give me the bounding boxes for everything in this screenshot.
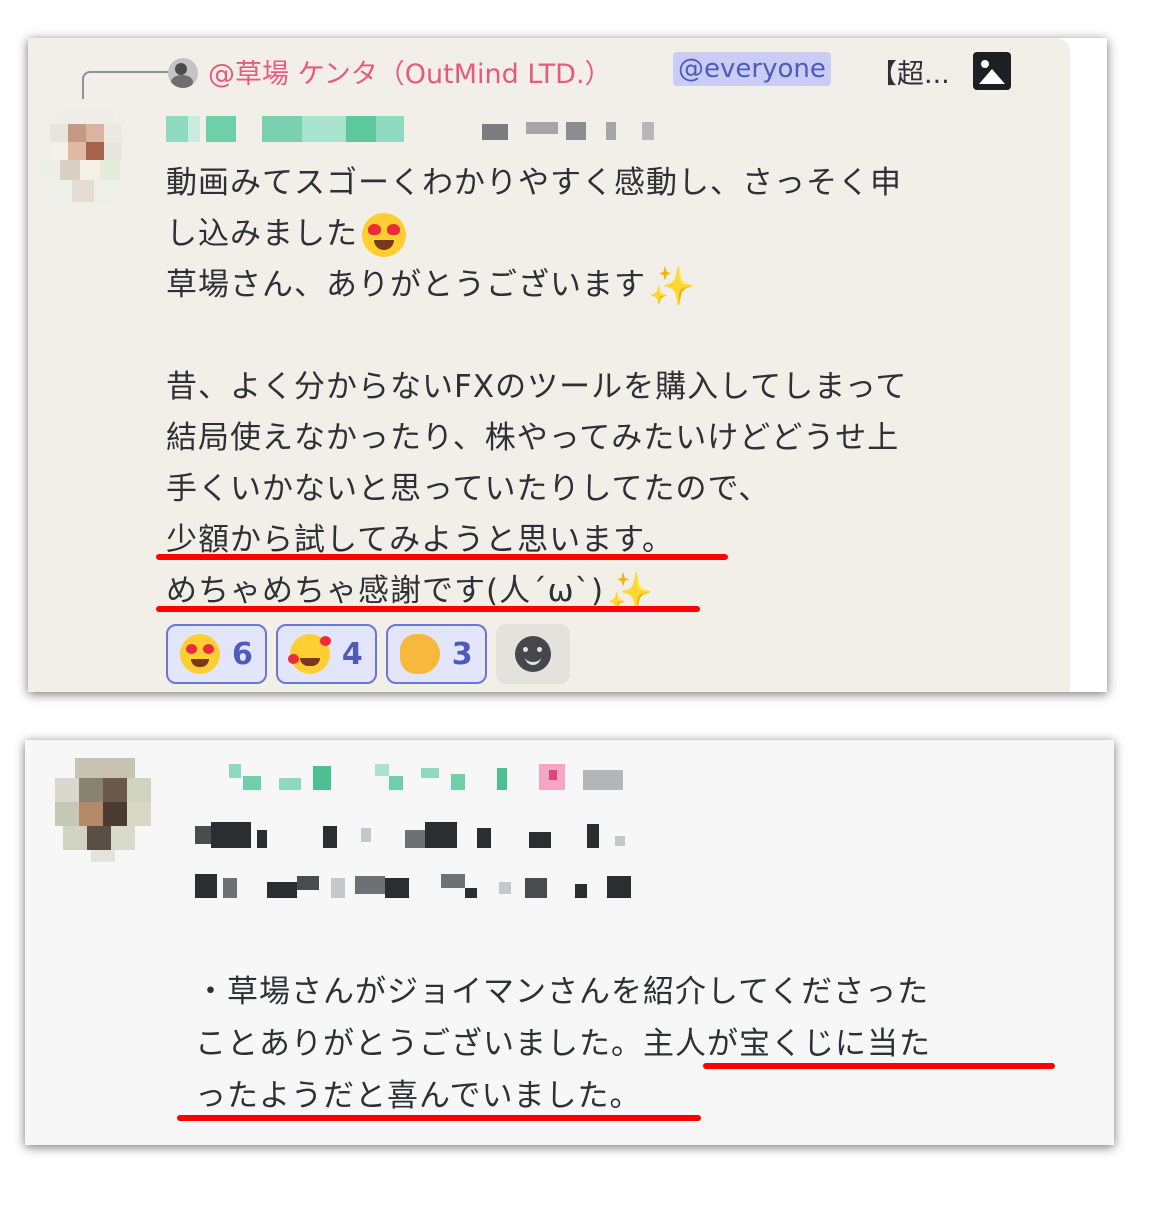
blurred-username: [229, 764, 659, 790]
message-line: 動画みてスゴーくわかりやすく感動し、さっそく申: [166, 165, 902, 201]
message-line: ・草場さんがジョイマンさんを紹介してくださった: [195, 974, 930, 1010]
message-body: 動画みてスゴーくわかりやすく感動し、さっそく申 し込みました 草場さん、ありがと…: [166, 158, 907, 617]
reaction-count: 6: [232, 636, 253, 672]
sparkles-emoji-icon: ✨: [648, 263, 697, 308]
reaction-heart-eyes[interactable]: 6: [166, 624, 267, 684]
message-line: 昔、よく分からないFXのツールを購入してしまって: [166, 369, 908, 405]
message-line: 草場さん、ありがとうございます ✨: [166, 263, 697, 308]
highlight-underline: [703, 1063, 1055, 1069]
reactions-bar: 6 4 3: [166, 624, 570, 684]
message-card-1: @草場 ケンタ（OutMind LTD.） @everyone 【超... 動画…: [28, 38, 1107, 692]
message-card-2: ・草場さんがジョイマンさんを紹介してくださった ことありがとうございました。主人…: [25, 740, 1114, 1145]
heart-eyes-emoji-icon: [362, 212, 406, 257]
reaction-clapping-hands[interactable]: 3: [385, 624, 487, 684]
blurred-text: [195, 872, 675, 898]
reply-connector-line: [82, 71, 168, 99]
blurred-username: [166, 116, 686, 142]
sparkles-emoji-icon: ✨: [606, 569, 655, 614]
highlight-underline: [156, 554, 728, 560]
clapping-hands-emoji-icon: [399, 634, 440, 674]
reply-author-name[interactable]: @草場 ケンタ（OutMind LTD.）: [208, 52, 612, 91]
avatar[interactable]: [55, 758, 155, 862]
highlight-underline: [177, 1115, 701, 1121]
reply-preview-text[interactable]: 【超...: [870, 52, 950, 91]
reply-author-avatar[interactable]: [168, 58, 198, 88]
image-attachment-icon[interactable]: [973, 52, 1011, 90]
blurred-text: [195, 822, 675, 848]
message-body: ・草場さんがジョイマンさんを紹介してくださった ことありがとうございました。主人…: [195, 966, 931, 1122]
highlight-underline: [156, 606, 700, 612]
heart-eyes-emoji-icon: [180, 634, 220, 674]
reaction-count: 3: [451, 636, 473, 672]
everyone-mention[interactable]: @everyone: [673, 52, 831, 86]
message-line: し込みました: [166, 209, 907, 260]
reaction-count: 4: [341, 636, 363, 672]
reaction-smiling-face-with-hearts[interactable]: 4: [275, 624, 377, 684]
message-line: 手くいかないと思っていたりしてたので、: [166, 471, 771, 507]
smiley-icon: [514, 636, 551, 672]
avatar[interactable]: [40, 110, 132, 206]
add-reaction-button[interactable]: [495, 624, 570, 684]
smiling-face-with-hearts-emoji-icon: [287, 634, 331, 674]
message-line: 結局使えなかったり、株やってみたいけどどうせ上: [166, 420, 900, 456]
